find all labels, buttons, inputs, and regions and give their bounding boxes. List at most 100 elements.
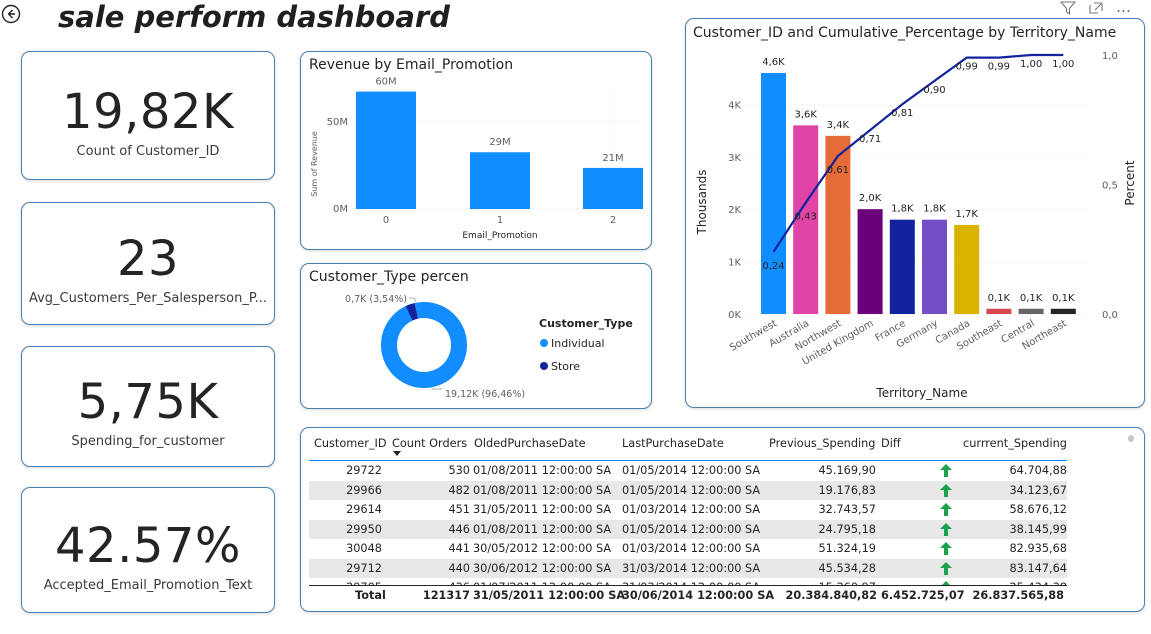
cell-current-spending: 83.147,64 xyxy=(1009,561,1068,575)
kpi-value: 19,82K xyxy=(62,84,234,140)
table-row[interactable]: 29966 482 01/08/2011 12:00:00 SA 01/05/2014… xyxy=(309,480,1067,500)
legend-title: Customer_Type xyxy=(539,317,633,330)
column-header-last-purchase[interactable]: LastPurchaseDate xyxy=(622,437,724,450)
bar[interactable] xyxy=(583,167,643,209)
legend-marker-store xyxy=(540,362,548,370)
table-row[interactable]: 29712 440 30/06/2012 12:00:00 SA 31/03/2014… xyxy=(309,558,1068,578)
cell-customer-id: 30048 xyxy=(346,542,382,555)
column-header-customer-id[interactable]: Customer_ID xyxy=(314,437,387,450)
x-axis-title: Territory_Name xyxy=(875,386,967,400)
back-icon[interactable] xyxy=(1,4,21,24)
bar-value-label: 4,6K xyxy=(762,57,785,68)
kpi-value: 23 xyxy=(116,231,180,287)
cell-count-orders: 530 xyxy=(448,464,470,477)
kpi-card-customer-count: 19,82K Count of Customer_ID xyxy=(21,51,275,180)
cell-last-purchase: 01/03/2014 12:00:00 SA xyxy=(622,503,761,516)
customer-type-chart-card[interactable]: Customer_Type percen 0,7K (3,54%) 19,12K… xyxy=(300,263,652,409)
bar-value-label: 0,1K xyxy=(1052,293,1075,304)
column-header-oldest-purchase[interactable]: OldedPurchaseDate xyxy=(474,437,586,450)
revenue-chart: 50M 0M Sum of Revenue 60M 0 29M 1 21M 2 Email… xyxy=(310,77,643,241)
cell-count-orders: 446 xyxy=(448,522,470,536)
table-row[interactable]: 29950 446 01/08/2011 12:00:00 SA 01/05/2014… xyxy=(309,519,1067,539)
bar[interactable] xyxy=(470,152,530,209)
bar[interactable] xyxy=(889,219,915,314)
line-value-label: 0,61 xyxy=(827,165,849,176)
up-arrow-icon xyxy=(939,561,953,576)
cell-previous-spending: 24.795,18 xyxy=(818,522,877,536)
x-tick-label: 2 xyxy=(610,215,616,226)
cell-count-orders: 482 xyxy=(448,483,470,497)
column-header-current-spending[interactable]: currrent_Spending xyxy=(963,437,1067,450)
cell-oldest-purchase: 01/08/2011 12:00:00 SA xyxy=(473,483,612,497)
customer-table-card[interactable]: Customer_ID Count Orders OldedPurchaseDa… xyxy=(300,427,1145,612)
y-tick-label: 50M xyxy=(327,117,348,128)
total-count-orders: 121317 xyxy=(422,589,470,602)
more-options-icon[interactable]: … xyxy=(1116,0,1140,16)
territory-pareto-chart: 0K1K2K3K4K0,00,51,0 4,6KSouthwest3,6KAus… xyxy=(695,51,1137,400)
cell-previous-spending: 32.743,57 xyxy=(818,503,877,516)
bar[interactable] xyxy=(986,308,1012,314)
column-header-diff[interactable]: Diff xyxy=(881,437,901,450)
revenue-chart-card[interactable]: Revenue by Email_Promotion 50M 0M Sum of… xyxy=(300,51,652,250)
legend-marker-individual xyxy=(540,339,548,347)
kpi-label: Count of Customer_ID xyxy=(76,144,220,159)
sort-descending-icon[interactable] xyxy=(393,451,401,456)
bar-value-label: 60M xyxy=(375,77,396,88)
up-arrow-icon xyxy=(939,522,953,537)
bar[interactable] xyxy=(857,209,883,314)
territory-chart-card[interactable]: Customer_ID and Cumulative_Percentage by… xyxy=(685,18,1145,408)
up-arrow-icon xyxy=(939,463,953,478)
cell-oldest-purchase: 30/05/2012 12:00:00 SA xyxy=(473,542,612,555)
kpi-label: Spending_for_customer xyxy=(71,434,225,449)
kpi-label: Avg_Customers_Per_Salesperson_P... xyxy=(28,291,268,306)
y-tick-label: 1K xyxy=(728,258,741,269)
line-value-label: 0,43 xyxy=(795,212,817,223)
scrollbar-thumb[interactable] xyxy=(1128,435,1134,442)
bar[interactable] xyxy=(356,91,416,209)
bar-value-label: 3,6K xyxy=(794,109,817,120)
focus-mode-icon[interactable] xyxy=(1088,0,1104,14)
filter-icon[interactable] xyxy=(1059,0,1077,16)
cell-last-purchase: 01/03/2014 12:00:00 SA xyxy=(622,542,761,555)
cell-oldest-purchase: 30/06/2012 12:00:00 SA xyxy=(473,561,612,575)
bar[interactable] xyxy=(1018,308,1044,314)
table-row[interactable]: 29722 530 01/08/2011 12:00:00 SA 01/05/2014… xyxy=(309,461,1067,481)
table-row[interactable]: 29614 451 31/05/2011 12:00:00 SA 01/03/2014… xyxy=(309,500,1067,520)
bar-value-label: 2,0K xyxy=(859,193,882,204)
column-header-previous-spending[interactable]: Previous_Spending xyxy=(769,437,875,450)
table-row[interactable]: 30048 441 30/05/2012 12:00:00 SA 01/03/2014… xyxy=(309,539,1067,559)
kpi-card-email-promotion: 42.57% Accepted_Email_Promotion_Text xyxy=(21,487,275,613)
y-tick-label: 4K xyxy=(728,100,741,111)
line-value-label: 0,90 xyxy=(923,85,945,96)
y-tick-label: 2K xyxy=(728,205,741,216)
line-value-label: 0,24 xyxy=(762,261,784,272)
bar-value-label: 1,8K xyxy=(923,204,946,215)
customer-table: Customer_ID Count Orders OldedPurchaseDa… xyxy=(301,428,1144,611)
total-oldest-purchase: 31/05/2011 12:00:00 SA xyxy=(473,589,626,602)
cell-last-purchase: 31/03/2014 12:00:00 SA xyxy=(622,561,761,575)
kpi-value: 42.57% xyxy=(54,518,242,574)
data-label-store: 0,7K (3,54%) xyxy=(345,294,407,305)
bar[interactable] xyxy=(922,219,947,314)
bar[interactable] xyxy=(825,135,851,314)
donut-slice-individual[interactable] xyxy=(373,294,476,397)
bar[interactable] xyxy=(954,224,980,314)
table-row[interactable]: 2970543601/07/2011 12:00:00 SA31/03/2014… xyxy=(309,578,1067,585)
line-value-label: 0,71 xyxy=(859,134,881,145)
line-value-label: 0,99 xyxy=(956,62,978,73)
bar-value-label: 21M xyxy=(602,153,623,164)
column-header-count-orders[interactable]: Count Orders xyxy=(392,437,467,450)
bar[interactable] xyxy=(1050,308,1076,314)
cell-previous-spending: 45.534,28 xyxy=(818,561,877,575)
kpi-card-spending: 5,75K Spending_for_customer xyxy=(21,346,275,467)
x-tick-label: 0 xyxy=(383,215,389,226)
cell-customer-id: 29966 xyxy=(346,483,382,497)
cell-previous-spending: 51.324,19 xyxy=(818,542,877,555)
cell-customer-id: 29722 xyxy=(346,464,382,477)
up-arrow-icon xyxy=(939,541,953,556)
bar[interactable] xyxy=(761,72,786,315)
bar-value-label: 1,7K xyxy=(955,209,978,220)
legend-item-individual: Individual xyxy=(551,337,605,350)
total-label: Total xyxy=(355,589,386,602)
cell-previous-spending: 19.176,83 xyxy=(818,483,877,497)
